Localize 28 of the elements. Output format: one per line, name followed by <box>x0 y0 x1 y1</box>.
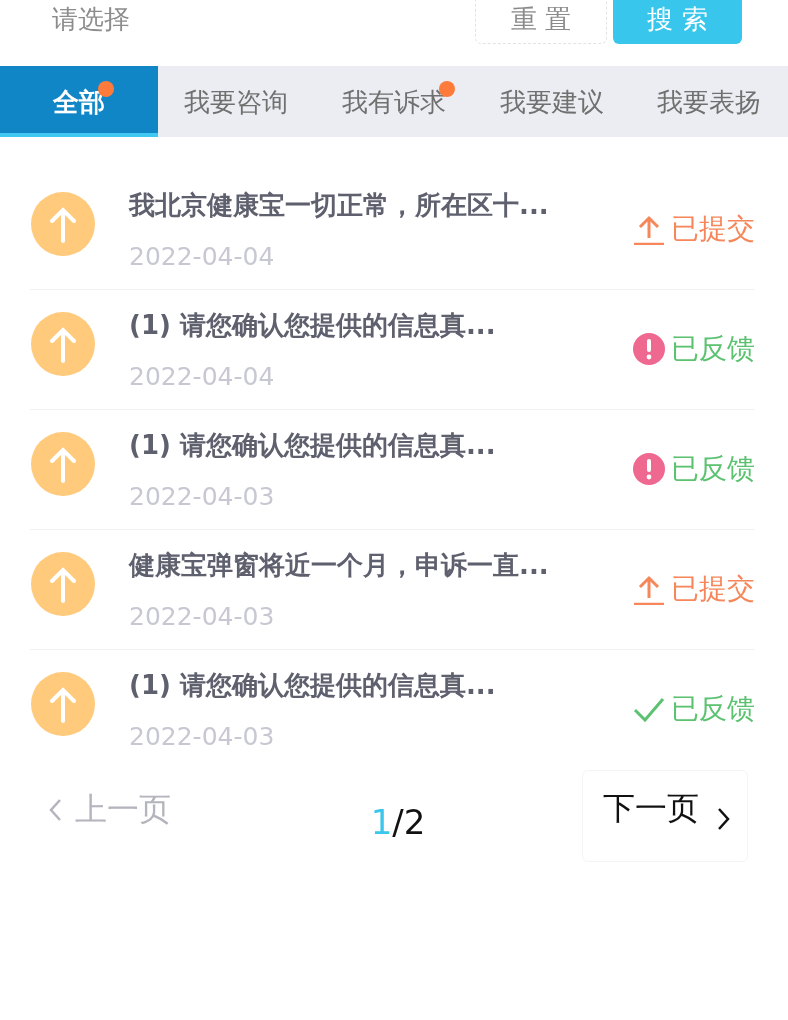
item-title: (1) 请您确认您提供的信息真... <box>129 669 497 702</box>
next-page-button[interactable]: 下一页 <box>582 770 748 862</box>
item-title: (1) 请您确认您提供的信息真... <box>129 428 497 462</box>
chevron-left-icon <box>48 798 62 822</box>
reset-button[interactable]: 重 置 <box>475 0 607 44</box>
status-label: 已反馈 <box>671 692 755 726</box>
item-title: 健康宝弹窗将近一个月，申诉一直... <box>129 548 550 582</box>
up-arrow-circle-icon <box>31 311 95 376</box>
category-tab[interactable]: 全部 <box>0 66 158 137</box>
item-title: 我北京健康宝一切正常，所在区十... <box>129 188 550 222</box>
item-title: (1) 请您确认您提供的信息真... <box>129 308 497 342</box>
exclamation-circle-icon <box>633 332 665 365</box>
up-arrow-circle-icon <box>31 672 95 736</box>
status-label: 已反馈 <box>671 331 755 366</box>
status-label: 已提交 <box>671 571 755 606</box>
category-tab[interactable]: 我要建议 <box>472 66 631 137</box>
page-indicator: 1/2 <box>370 802 426 842</box>
status-label: 已反馈 <box>671 451 755 486</box>
category-tab[interactable]: 我有诉求 <box>315 66 473 137</box>
category-tab[interactable]: 我要咨询 <box>157 66 316 137</box>
status-label: 已提交 <box>671 211 755 246</box>
exclamation-circle-icon <box>633 452 665 485</box>
up-arrow-circle-icon <box>31 431 95 496</box>
up-arrow-circle-icon <box>31 191 95 256</box>
select-field[interactable]: 请选择 <box>30 0 460 44</box>
category-tab[interactable]: 我要表扬 <box>630 66 788 137</box>
chevron-right-icon <box>717 807 731 831</box>
up-arrow-circle-icon <box>31 551 95 616</box>
